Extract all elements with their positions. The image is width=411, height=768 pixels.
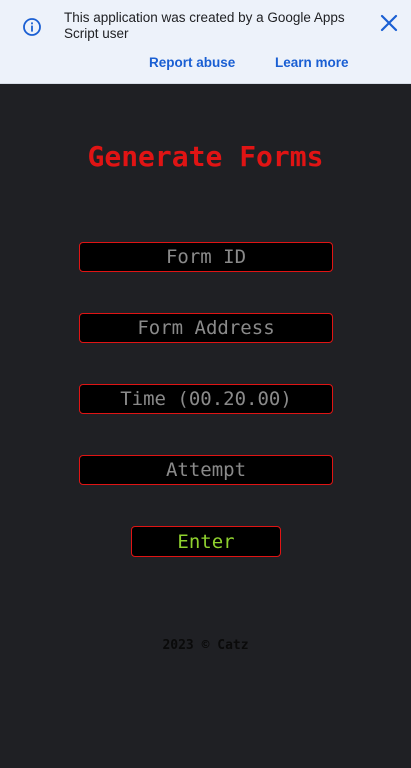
info-icon: [23, 18, 41, 36]
form-address-input[interactable]: [79, 313, 333, 343]
close-icon[interactable]: [378, 12, 400, 34]
app-banner: This application was created by a Google…: [0, 0, 411, 84]
page-title: Generate Forms: [87, 140, 324, 173]
footer-copyright: 2023 © Catz: [162, 638, 249, 653]
attempt-input[interactable]: [79, 455, 333, 485]
enter-button[interactable]: Enter: [131, 526, 281, 557]
form-id-input[interactable]: [79, 242, 333, 272]
learn-more-link[interactable]: Learn more: [275, 55, 349, 70]
time-input[interactable]: [79, 384, 333, 414]
report-abuse-link[interactable]: Report abuse: [149, 55, 235, 70]
banner-message: This application was created by a Google…: [64, 10, 345, 41]
